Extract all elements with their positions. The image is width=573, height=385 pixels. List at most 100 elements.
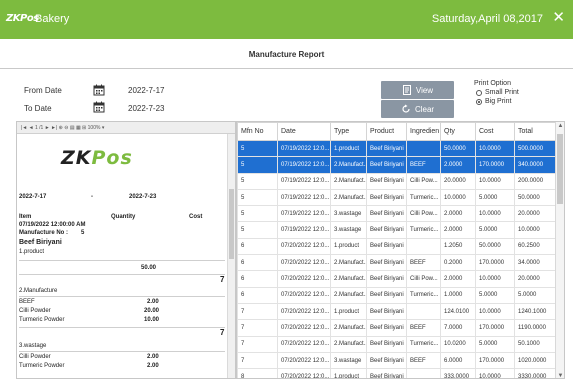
app-name: Bakery (35, 13, 70, 25)
table-row[interactable]: 8 07/20/2022 12:0... 1.product Beef Biriyan… (237, 368, 558, 378)
column-header[interactable]: Ingredien (406, 122, 441, 141)
view-button[interactable]: View (381, 81, 454, 99)
table-cell: Turmeric... (406, 188, 441, 207)
from-date-value[interactable]: 2022-7-17 (128, 86, 164, 95)
table-row[interactable]: 7 07/20/2022 12:0... 2.Manufact... Beef Bir… (237, 335, 558, 353)
column-header[interactable]: Total (514, 122, 558, 141)
table-cell: 3330.0000 (514, 368, 558, 378)
calendar-icon[interactable] (93, 101, 105, 113)
table-cell: 5 (237, 188, 278, 207)
column-header[interactable]: Type (330, 122, 367, 141)
table-cell: 2.0000 (440, 156, 476, 174)
preview-toolbar-controls[interactable]: |◄ ◄ 1 /1 ► ►| ⊕ ⊖ ▤ ▦ ⊞ 100% ▾ (21, 125, 104, 131)
preview-product-name: Beef Biriyani (19, 239, 62, 246)
table-cell: Beef Biriyani (366, 188, 407, 207)
table-cell: 1.product (330, 302, 367, 321)
table-cell: Turmeric... (406, 286, 441, 304)
preview-toolbar[interactable]: |◄ ◄ 1 /1 ► ►| ⊕ ⊖ ▤ ▦ ⊞ 100% ▾ (17, 122, 235, 134)
table-cell: 5.0000 (475, 286, 515, 304)
preview-manufacture-no-value: 5 (81, 230, 85, 236)
column-header[interactable]: Mfn No (237, 122, 278, 141)
table-cell: 5 (237, 205, 278, 223)
preview-row-qty: 20.00 (144, 308, 160, 314)
table-cell: 8 (237, 368, 278, 378)
table-cell: Beef Biriyani (366, 286, 407, 304)
calendar-icon[interactable] (93, 84, 105, 96)
table-cell: Beef Biriyani (366, 319, 407, 337)
preview-col-item: Item (19, 214, 32, 220)
document-icon (402, 85, 411, 95)
big-print-option[interactable]: Big Print (474, 98, 519, 105)
preview-row-qty: 10.00 (144, 317, 160, 323)
table-row[interactable]: 5 07/19/2022 12:0... 2.Manufact... Beef Bir… (237, 156, 558, 174)
table-cell: 7 (237, 335, 278, 353)
table-cell: 5 (237, 221, 278, 239)
table-cell: 50.1000 (514, 335, 558, 353)
table-cell: 1.0000 (440, 286, 476, 304)
table-cell: 10.0000 (475, 172, 515, 190)
table-row[interactable]: 7 07/20/2022 12:0... 3.wastage Beef Biriyan… (237, 351, 558, 370)
table-cell: 6 (237, 254, 278, 272)
table-cell: BEEF (406, 351, 441, 370)
to-date-value[interactable]: 2022-7-23 (128, 104, 164, 113)
current-date: Saturday,April 08,2017 (431, 13, 543, 25)
small-print-radio[interactable] (476, 89, 482, 96)
table-cell: 10.0000 (475, 139, 515, 158)
table-cell: Turmeric... (406, 221, 441, 239)
table-cell: Beef Biriyani (366, 335, 407, 353)
table-cell: 07/20/2022 12:0... (277, 286, 331, 304)
table-cell: 07/20/2022 12:0... (277, 302, 331, 321)
table-row[interactable]: 5 07/19/2022 12:0... 3.wastage Beef Biriyan… (237, 205, 558, 223)
table-cell: Beef Biriyani (366, 302, 407, 321)
column-header[interactable]: Qty (440, 122, 476, 141)
table-row[interactable]: 6 07/20/2022 12:0... 1.product Beef Biriyan… (237, 237, 558, 256)
table-cell: 6.0000 (440, 351, 476, 370)
table-cell: 6 (237, 237, 278, 256)
scroll-up-icon[interactable]: ▲ (556, 123, 564, 129)
table-row[interactable]: 5 07/19/2022 12:0... 1.product Beef Biriyan… (237, 139, 558, 158)
table-cell: Cilli Pow... (406, 270, 441, 288)
column-header[interactable]: Product (366, 122, 407, 141)
table-cell: 07/20/2022 12:0... (277, 319, 331, 337)
grid-scroll-thumb[interactable] (557, 134, 563, 204)
table-row[interactable]: 5 07/19/2022 12:0... 2.Manufact... Beef Bir… (237, 172, 558, 190)
table-cell: 7 (237, 319, 278, 337)
table-cell: Beef Biriyani (366, 221, 407, 239)
table-cell: Beef Biriyani (366, 205, 407, 223)
table-cell: 07/20/2022 12:0... (277, 351, 331, 370)
table-cell: 2.Manufact... (330, 270, 367, 288)
table-cell: 10.0200 (440, 335, 476, 353)
preview-row-qty: 2.00 (147, 299, 159, 305)
table-row[interactable]: 7 07/20/2022 12:0... 1.product Beef Biriyan… (237, 302, 558, 321)
preview-date-sep: - (91, 194, 93, 200)
clear-button[interactable]: Clear (381, 100, 454, 118)
zkpos-logo: ZKPos (61, 147, 133, 169)
big-print-radio[interactable] (476, 98, 482, 105)
close-icon[interactable]: ✕ (552, 10, 565, 25)
grid-scrollbar[interactable]: ▲ ▼ (555, 122, 564, 378)
preview-scroll-thumb[interactable] (229, 189, 234, 259)
title-bar: ZKPos Bakery Saturday,April 08,2017 ✕ (0, 0, 573, 39)
table-row[interactable]: 6 07/20/2022 12:0... 2.Manufact... Beef Bir… (237, 286, 558, 304)
preview-col-qty: Quantity (111, 214, 136, 220)
table-cell: 170.0000 (475, 351, 515, 370)
table-row[interactable]: 7 07/20/2022 12:0... 2.Manufact... Beef Bir… (237, 319, 558, 337)
report-preview: |◄ ◄ 1 /1 ► ►| ⊕ ⊖ ▤ ▦ ⊞ 100% ▾ ZKPos 20… (16, 121, 236, 379)
table-cell: 07/20/2022 12:0... (277, 237, 331, 256)
table-cell: 2.0000 (440, 221, 476, 239)
print-option-group: Print Option Small Print Big Print (474, 80, 519, 105)
table-row[interactable]: 6 07/20/2022 12:0... 2.Manufact... Beef Bir… (237, 254, 558, 272)
table-row[interactable]: 6 07/20/2022 12:0... 2.Manufact... Beef Bir… (237, 270, 558, 288)
table-row[interactable]: 5 07/19/2022 12:0... 3.wastage Beef Biriyan… (237, 221, 558, 239)
table-cell: 07/20/2022 12:0... (277, 368, 331, 378)
preview-scrollbar[interactable] (227, 134, 235, 378)
column-header[interactable]: Date (277, 122, 331, 141)
table-row[interactable]: 5 07/19/2022 12:0... 2.Manufact... Beef Bir… (237, 188, 558, 207)
manufacture-table: Mfn No Date Type Product Ingredien Qty Cost Tot… (237, 122, 558, 378)
table-cell (406, 302, 441, 321)
table-cell: 50.0000 (514, 188, 558, 207)
small-print-option[interactable]: Small Print (474, 89, 519, 96)
column-header[interactable]: Cost (475, 122, 515, 141)
table-cell: 333.0000 (440, 368, 476, 378)
table-cell: 20.0000 (440, 172, 476, 190)
